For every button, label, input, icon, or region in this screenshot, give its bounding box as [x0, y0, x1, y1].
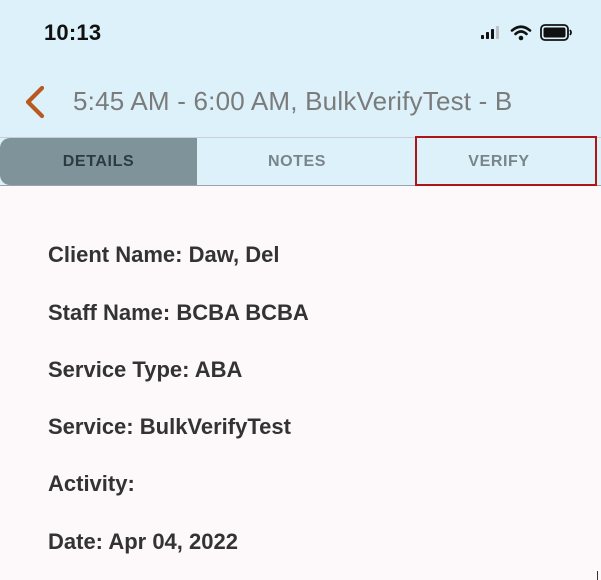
battery-icon: [540, 23, 573, 41]
tab-label: VERIFY: [468, 152, 530, 170]
status-bar: 10:13: [0, 0, 601, 66]
tab-label: DETAILS: [62, 152, 135, 170]
detail-value: Daw, Del: [188, 242, 280, 267]
tab-notes[interactable]: NOTES: [197, 138, 397, 185]
detail-label: Client Name:: [48, 242, 183, 267]
cellular-signal-icon: [480, 24, 502, 40]
edge-mark: [597, 571, 598, 580]
status-icons: [480, 22, 573, 42]
detail-label: Service Type:: [48, 357, 190, 382]
status-time: 10:13: [44, 20, 102, 45]
service-type-row: Service Type: ABA: [48, 357, 242, 383]
detail-value: Apr 04, 2022: [108, 529, 238, 554]
detail-label: Activity:: [48, 471, 135, 496]
header-area: 10:13 5:45 AM - 6:00 AM, BulkVerifyTest …: [0, 0, 601, 137]
detail-label: Date:: [48, 529, 104, 554]
chevron-left-icon: [20, 85, 52, 124]
tab-verify[interactable]: VERIFY: [397, 138, 601, 185]
detail-value: BCBA BCBA: [176, 300, 309, 325]
activity-row: Activity:: [48, 471, 135, 497]
details-panel: Client Name: Daw, Del Staff Name: BCBA B…: [0, 186, 601, 580]
tab-details[interactable]: DETAILS: [0, 138, 197, 185]
tab-label: NOTES: [267, 152, 327, 170]
tab-bar: DETAILS NOTES VERIFY: [0, 137, 601, 186]
detail-value: ABA: [194, 357, 243, 382]
detail-label: Staff Name:: [48, 300, 171, 325]
client-name-row: Client Name: Daw, Del: [48, 242, 280, 268]
screen: 10:13 5:45 AM - 6:00 AM, BulkVerifyTest …: [0, 0, 601, 580]
page-title: 5:45 AM - 6:00 AM, BulkVerifyTest - B: [73, 86, 513, 116]
navigation-bar: 5:45 AM - 6:00 AM, BulkVerifyTest - B: [0, 70, 601, 134]
detail-label: Service:: [48, 414, 134, 439]
wifi-icon: [510, 24, 532, 41]
back-button[interactable]: [20, 84, 52, 120]
date-row: Date: Apr 04, 2022: [48, 529, 238, 555]
detail-value: BulkVerifyTest: [139, 414, 291, 439]
service-row: Service: BulkVerifyTest: [48, 414, 291, 440]
staff-name-row: Staff Name: BCBA BCBA: [48, 300, 309, 326]
